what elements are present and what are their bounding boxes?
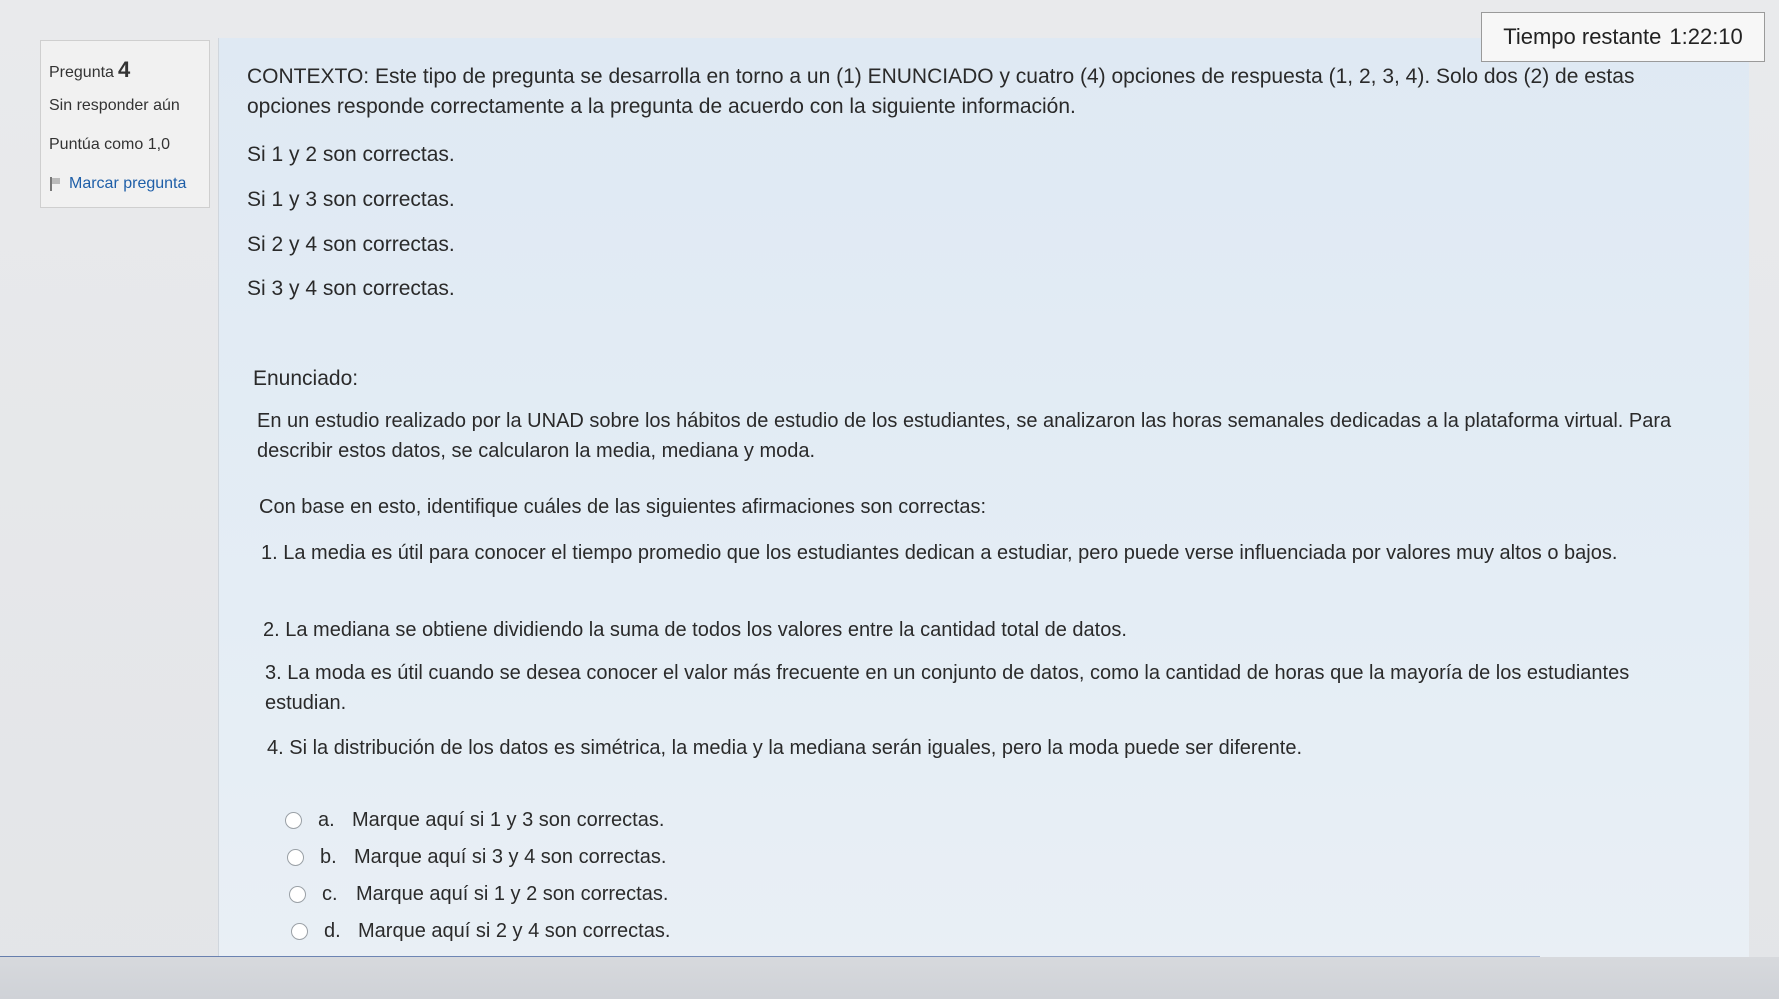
enunciado-label: Enunciado: (253, 367, 359, 390)
question-label: Pregunta (49, 64, 114, 81)
answer-letter: c. (322, 883, 338, 905)
answer-letter: d. (324, 920, 341, 942)
statement-item-3: 3. La moda es útil cuando se desea conoc… (265, 662, 1630, 714)
quiz-page: Tiempo restante 1:22:10 Pregunta 4 Sin re… (0, 0, 1779, 999)
question-number-value: 4 (117, 57, 131, 82)
flag-icon (49, 177, 61, 191)
answer-text: Marque aquí si 2 y 4 son correctas. (358, 920, 671, 942)
answer-option-d[interactable]: d. Marque aquí si 2 y 4 son correctas. (291, 913, 670, 950)
options-info-3: Si 2 y 4 son correctas. (247, 233, 455, 256)
answer-letter: b. (320, 846, 337, 868)
answer-text: Marque aquí si 3 y 4 son correctas. (354, 846, 667, 868)
question-grade: Puntúa como 1,0 (49, 136, 170, 153)
base-text: Con base en esto, identifique cuáles de … (259, 496, 987, 518)
context-text: CONTEXTO: Este tipo de pregunta se desar… (247, 65, 1635, 119)
question-info-panel: Pregunta 4 Sin responder aún Puntúa como … (40, 40, 210, 208)
answer-option-a[interactable]: a. Marque aquí si 1 y 3 son correctas. (285, 802, 670, 839)
question-state: Sin responder aún (49, 97, 180, 114)
question-number: Pregunta 4 (49, 57, 130, 83)
answer-option-b[interactable]: b. Marque aquí si 3 y 4 son correctas. (287, 839, 670, 876)
options-info-2: Si 1 y 3 son correctas. (247, 188, 455, 211)
timer-value: 1:22:10 (1669, 24, 1743, 49)
question-content: CONTEXTO: Este tipo de pregunta se desar… (218, 38, 1749, 968)
statement-item-2: 2. La mediana se obtiene dividiendo la s… (263, 619, 1127, 641)
radio-button[interactable] (287, 849, 304, 866)
options-info-1: Si 1 y 2 son correctas. (247, 143, 455, 166)
timer-label: Tiempo restante (1503, 24, 1662, 49)
answer-text: Marque aquí si 1 y 3 son correctas. (352, 809, 665, 831)
statement-item-4: 4. Si la distribución de los datos es si… (267, 737, 1303, 759)
radio-button[interactable] (285, 812, 302, 829)
timer-box: Tiempo restante 1:22:10 (1481, 12, 1765, 62)
statement-item-1: 1. La media es útil para conocer el tiem… (261, 542, 1618, 564)
radio-button[interactable] (289, 886, 306, 903)
answer-options: a. Marque aquí si 1 y 3 son correctas. b… (285, 802, 670, 950)
bottom-bar (0, 957, 1779, 999)
statement-text: En un estudio realizado por la UNAD sobr… (257, 410, 1672, 462)
flag-question-label: Marcar pregunta (69, 175, 187, 192)
answer-text: Marque aquí si 1 y 2 son correctas. (356, 883, 669, 905)
options-info-4: Si 3 y 4 son correctas. (247, 277, 455, 300)
flag-question-link[interactable]: Marcar pregunta (49, 175, 186, 193)
answer-letter: a. (318, 809, 335, 831)
answer-option-c[interactable]: c. Marque aquí si 1 y 2 son correctas. (289, 876, 670, 913)
radio-button[interactable] (291, 923, 308, 940)
